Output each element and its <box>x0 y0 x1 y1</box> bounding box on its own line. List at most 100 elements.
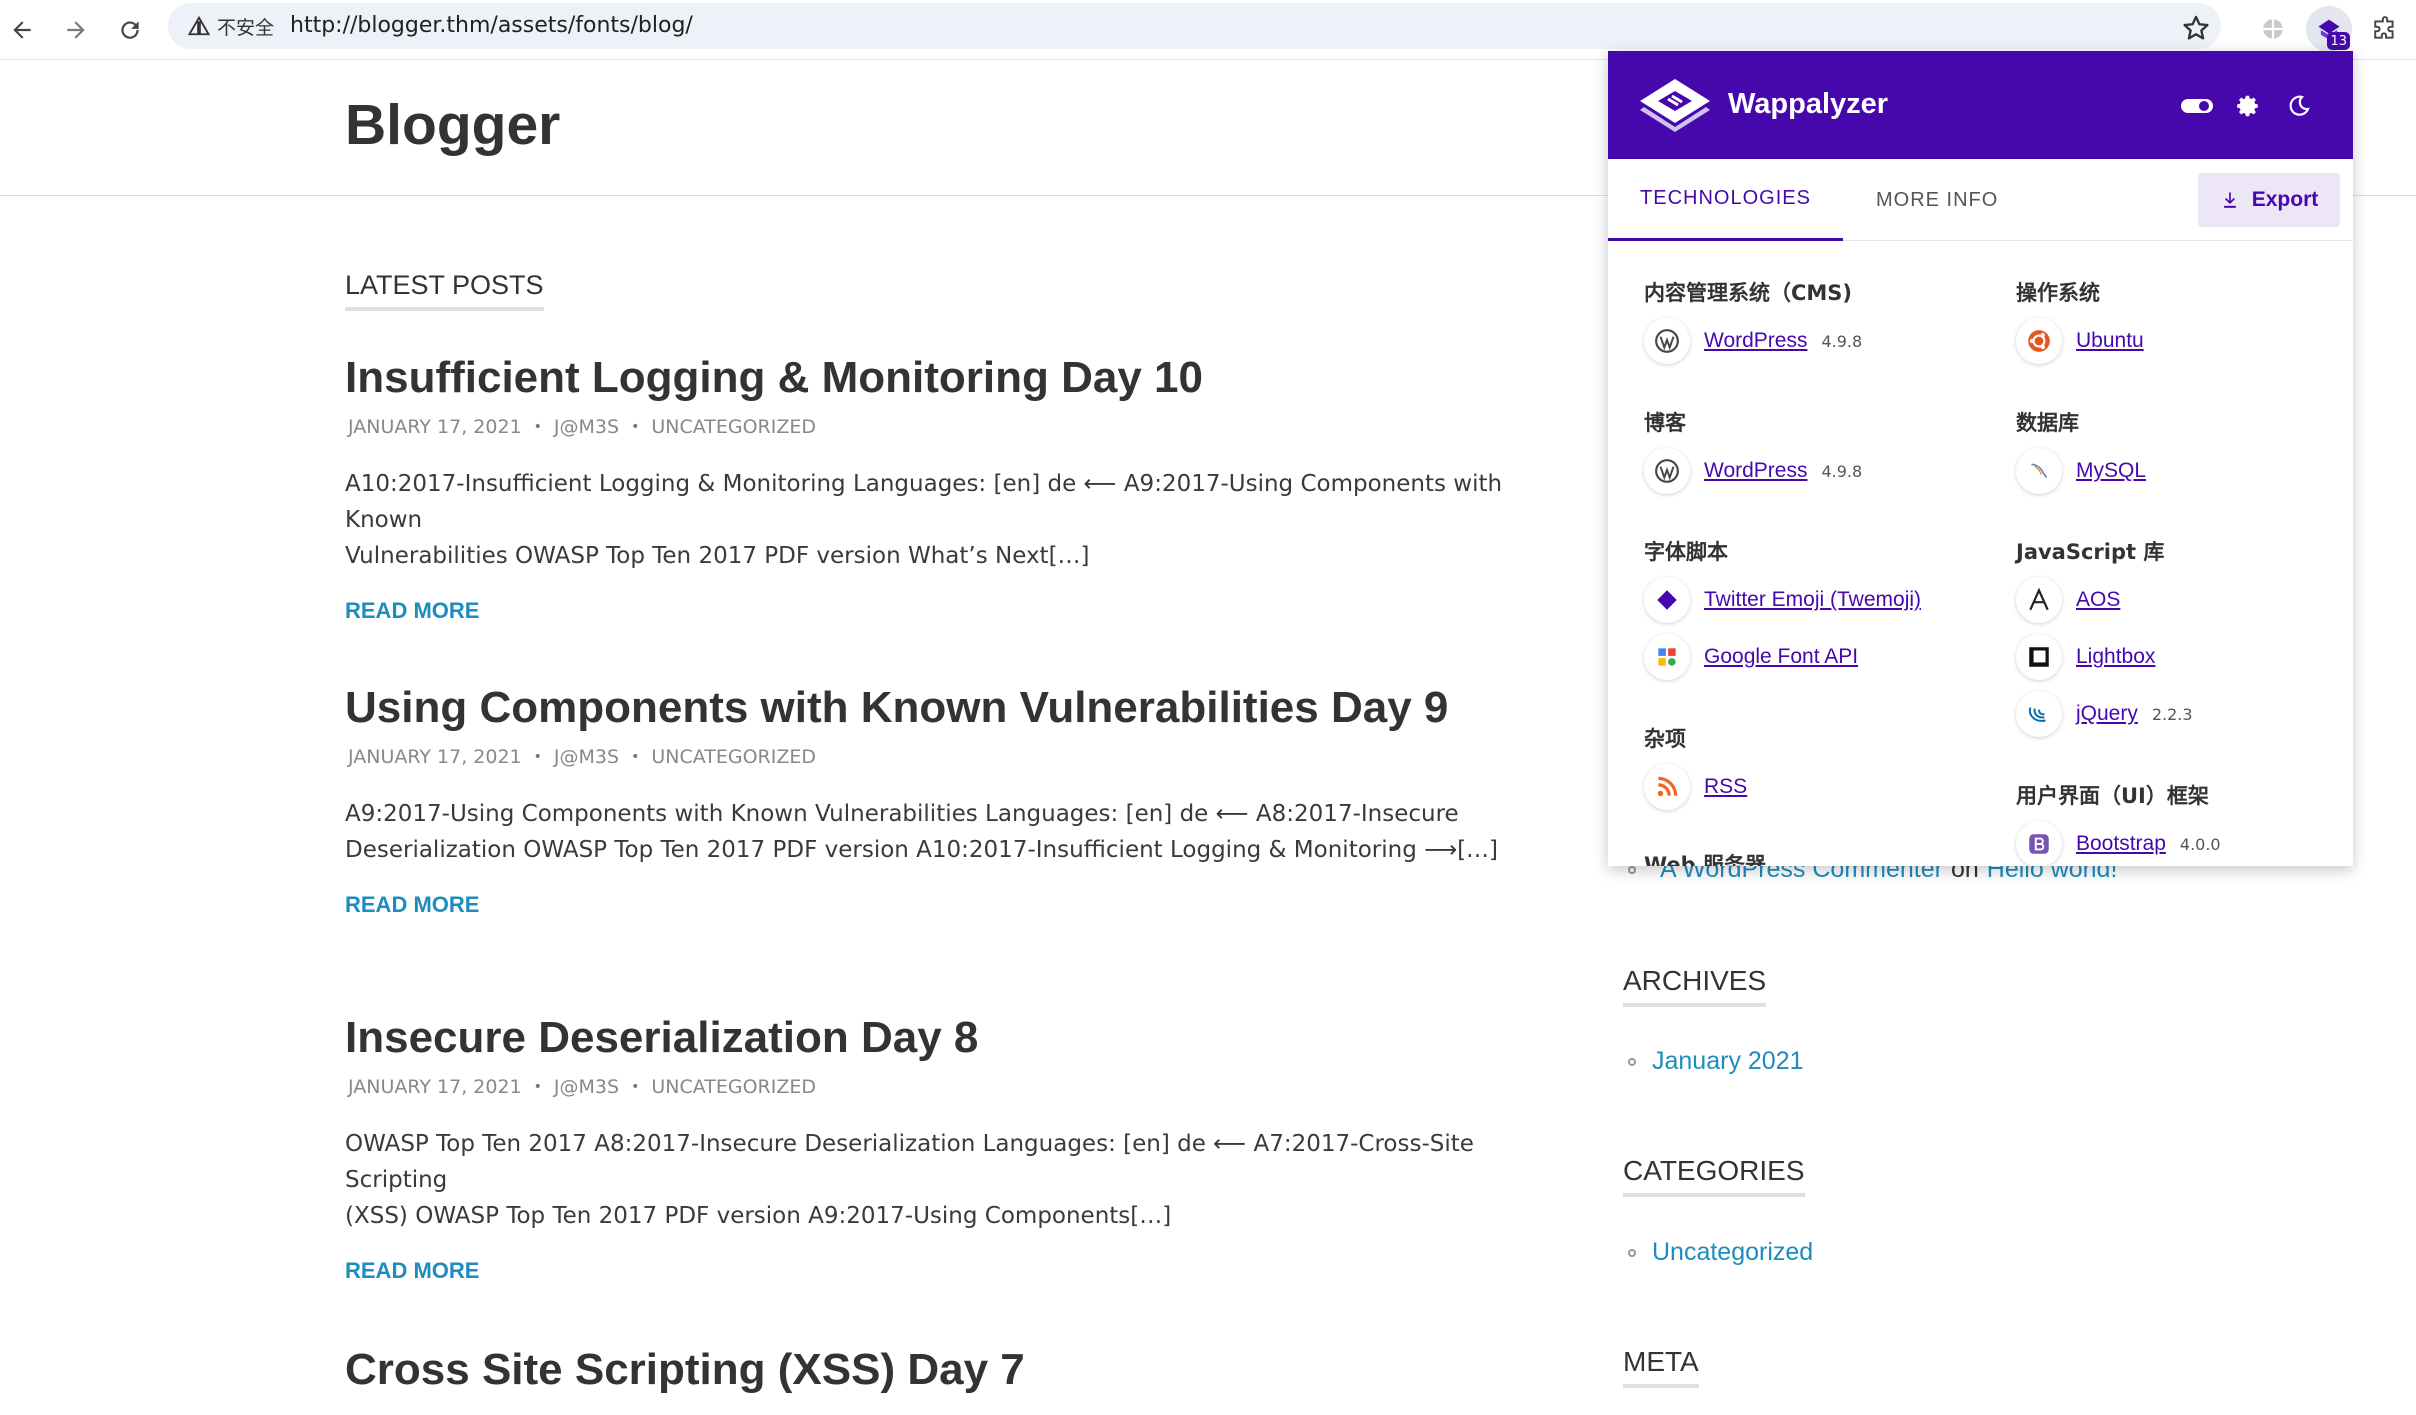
meta-separator: • <box>631 1079 640 1095</box>
tech-item-aos: AOS <box>2016 577 2120 623</box>
post-entry: Using Components with Known Vulnerabilit… <box>345 680 1525 918</box>
excerpt-line: OWASP Top Ten 2017 A8:2017-Insecure Dese… <box>345 1131 1474 1193</box>
archives-list-item: January 2021 <box>1628 1047 1804 1076</box>
back-button[interactable] <box>0 8 44 52</box>
list-bullet <box>1628 865 1636 874</box>
extension-badge: 13 <box>2327 32 2350 50</box>
post-category[interactable]: UNCATEGORIZED <box>651 1076 816 1098</box>
arrow-left-icon <box>13 21 31 39</box>
tab-technologies[interactable]: TECHNOLOGIES <box>1608 159 1843 241</box>
export-label: Export <box>2251 188 2319 211</box>
tech-name[interactable]: Twitter Emoji (Twemoji) <box>1704 588 1921 612</box>
tech-version: 4.9.8 <box>1821 331 1863 351</box>
post-author[interactable]: J@M3S <box>554 746 619 768</box>
star-icon <box>2183 15 2209 40</box>
tab-more-info[interactable]: MORE INFO <box>1876 159 1998 241</box>
post-title[interactable]: Insecure Deserialization Day 8 <box>345 1010 1525 1066</box>
bookmark-button[interactable] <box>2176 8 2216 48</box>
categories-list-item: Uncategorized <box>1628 1238 1813 1267</box>
category-blog: 博客 <box>1644 411 1686 435</box>
post-title[interactable]: Using Components with Known Vulnerabilit… <box>345 680 1525 736</box>
tech-name[interactable]: WordPress <box>1704 329 1807 353</box>
post-excerpt: A9:2017-Using Components with Known Vuln… <box>345 796 1525 868</box>
url-text[interactable]: http://blogger.thm/assets/fonts/blog/ <box>290 13 693 38</box>
post-author[interactable]: J@M3S <box>554 416 619 438</box>
security-indicator[interactable]: 不安全 <box>178 8 286 44</box>
toggle-icon <box>2181 99 2213 113</box>
bootstrap-icon <box>2016 821 2062 866</box>
puzzle-icon <box>2374 16 2394 39</box>
aos-icon <box>2016 577 2062 623</box>
post-author[interactable]: J@M3S <box>554 1076 619 1098</box>
read-more-link[interactable]: READ MORE <box>345 1258 479 1284</box>
wappalyzer-logo-icon <box>1640 79 1710 132</box>
tech-item-twemoji: Twitter Emoji (Twemoji) <box>1644 577 1921 623</box>
tech-name[interactable]: Ubuntu <box>2076 329 2144 353</box>
gear-icon <box>2237 95 2258 117</box>
wappalyzer-header: Wappalyzer <box>1608 51 2353 159</box>
category-font-scripts: 字体脚本 <box>1644 540 1728 564</box>
category-link[interactable]: Uncategorized <box>1652 1238 1813 1267</box>
archives-heading: ARCHIVES <box>1623 965 1767 1007</box>
address-bar[interactable]: 不安全 http://blogger.thm/assets/fonts/blog… <box>168 3 2221 49</box>
tech-name[interactable]: RSS <box>1704 775 1747 799</box>
post-meta: JANUARY 17, 2021 • J@M3S • UNCATEGORIZED <box>345 1076 1525 1098</box>
tech-item-ubuntu: Ubuntu <box>2016 318 2144 364</box>
site-title[interactable]: Blogger <box>345 92 560 158</box>
wappalyzer-extension-icon[interactable]: 13 <box>2306 6 2352 52</box>
tech-item-lightbox: Lightbox <box>2016 634 2155 680</box>
post-date[interactable]: JANUARY 17, 2021 <box>348 1076 522 1098</box>
category-misc: 杂项 <box>1644 727 1686 751</box>
read-more-link[interactable]: READ MORE <box>345 598 479 624</box>
tech-name[interactable]: Lightbox <box>2076 645 2155 669</box>
settings-button[interactable] <box>2231 89 2265 123</box>
extensions-menu-button[interactable] <box>2362 6 2408 52</box>
warning-icon <box>188 15 210 36</box>
post-category[interactable]: UNCATEGORIZED <box>651 746 816 768</box>
reload-button[interactable] <box>108 8 152 52</box>
wappalyzer-title: Wappalyzer <box>1728 88 1889 120</box>
latest-posts-heading: LATEST POSTS <box>345 270 544 311</box>
list-bullet <box>1628 1057 1636 1066</box>
tech-item-jquery: jQuery 2.2.3 <box>2016 691 2193 737</box>
category-database: 数据库 <box>2016 411 2079 435</box>
tech-item-wordpress: WordPress 4.9.8 <box>1644 318 1862 364</box>
post-date[interactable]: JANUARY 17, 2021 <box>348 746 522 768</box>
list-bullet <box>1628 1248 1636 1257</box>
post-title[interactable]: Insufficient Logging & Monitoring Day 10 <box>345 350 1525 406</box>
post-category[interactable]: UNCATEGORIZED <box>651 416 816 438</box>
tech-name[interactable]: jQuery <box>2076 702 2138 726</box>
tech-name[interactable]: WordPress <box>1704 459 1807 483</box>
post-entry: Insufficient Logging & Monitoring Day 10… <box>345 350 1525 624</box>
tech-name[interactable]: Google Font API <box>1704 645 1858 669</box>
category-javascript-libraries: JavaScript 库 <box>2016 540 2165 564</box>
read-more-link[interactable]: READ MORE <box>345 892 479 918</box>
meta-separator: • <box>631 419 640 435</box>
post-entry: Cross Site Scripting (XSS) Day 7 <box>345 1342 1525 1398</box>
post-excerpt: A10:2017-Insufficient Logging & Monitori… <box>345 466 1525 574</box>
lightbox-icon <box>2016 634 2062 680</box>
forward-button[interactable] <box>54 8 98 52</box>
category-web-server: Web 服务器 <box>1644 853 1767 866</box>
post-title[interactable]: Cross Site Scripting (XSS) Day 7 <box>345 1342 1525 1398</box>
post-date[interactable]: JANUARY 17, 2021 <box>348 416 522 438</box>
theme-toggle-button[interactable] <box>2282 89 2316 123</box>
arrow-right-icon <box>67 21 85 39</box>
archive-link[interactable]: January 2021 <box>1652 1047 1804 1076</box>
excerpt-line: Deserialization OWASP Top Ten 2017 PDF v… <box>345 837 1499 863</box>
wordpress-icon <box>1644 318 1690 364</box>
tech-version: 4.9.8 <box>1821 461 1863 481</box>
mysql-icon <box>2016 448 2062 494</box>
jquery-icon <box>2016 691 2062 737</box>
excerpt-line: Vulnerabilities OWASP Top Ten 2017 PDF v… <box>345 543 1090 569</box>
toggle-switch[interactable] <box>2180 89 2214 123</box>
moon-icon <box>2289 95 2310 116</box>
tech-name[interactable]: MySQL <box>2076 459 2146 483</box>
tech-name[interactable]: AOS <box>2076 588 2120 612</box>
download-icon <box>2223 192 2236 208</box>
twemoji-icon <box>1644 577 1690 623</box>
meta-separator: • <box>533 1079 542 1095</box>
export-button[interactable]: Export <box>2198 173 2340 227</box>
extension-privacy-icon[interactable] <box>2250 6 2296 52</box>
tech-name[interactable]: Bootstrap <box>2076 832 2166 856</box>
